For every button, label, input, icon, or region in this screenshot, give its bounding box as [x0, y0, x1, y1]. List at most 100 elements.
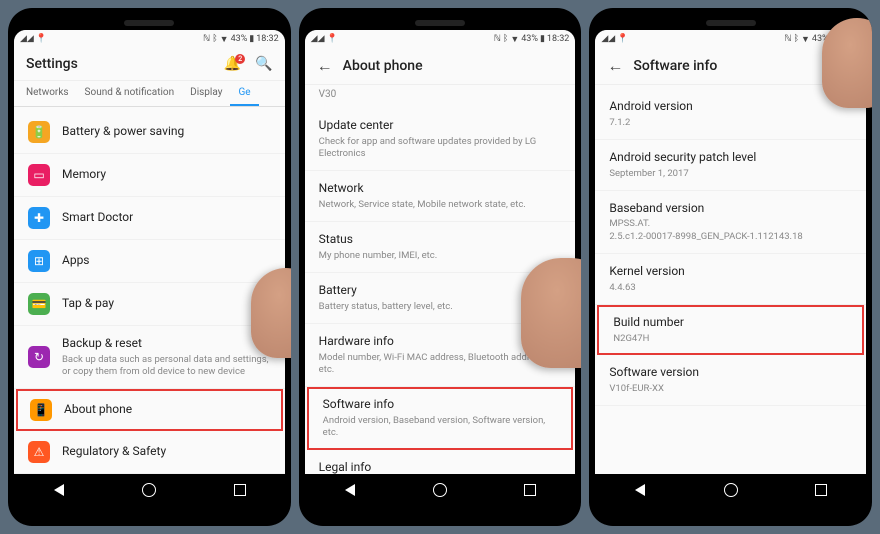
about-header: ← About phone — [305, 48, 576, 85]
list-item[interactable]: ▭ Memory — [14, 154, 285, 197]
list-item[interactable]: Android version 7.1.2 — [595, 89, 866, 140]
tab-general[interactable]: Ge — [230, 81, 258, 106]
battery-icon: ▮ — [540, 34, 545, 44]
list-item[interactable]: Baseband version MPSS.AT. 2.5.c1.2-00017… — [595, 191, 866, 254]
item-sub: September 1, 2017 — [609, 168, 852, 180]
list-item[interactable]: Status My phone number, IMEI, etc. — [305, 222, 576, 273]
gps-icon: 📍 — [36, 34, 47, 44]
signal-icon: ◢◢ — [311, 34, 325, 44]
item-sub: Network, Service state, Mobile network s… — [319, 199, 562, 211]
tab-networks[interactable]: Networks — [18, 81, 77, 106]
item-icon: ↻ — [28, 346, 50, 368]
item-sub: 4.4.63 — [609, 282, 852, 294]
nav-recent[interactable] — [807, 480, 835, 500]
status-bar: ◢◢ 📍 ℕ ᛒ ▼ 43% ▮ 18:32 — [14, 30, 285, 48]
nfc-icon: ℕ — [494, 34, 501, 44]
phone-frame-3: ◢◢ 📍 ℕ ᛒ ▼ 43% ▮ 18:32 ← Software info A… — [589, 8, 872, 526]
battery-icon: ▮ — [249, 34, 254, 44]
tab-sound[interactable]: Sound & notification — [77, 81, 183, 106]
item-sub: Check for app and software updates provi… — [319, 136, 562, 161]
back-arrow-icon[interactable]: ← — [607, 56, 623, 76]
list-item[interactable]: Legal info Legal Documents for LG Softwa… — [305, 450, 576, 474]
item-sub: Model number, Wi-Fi MAC address, Bluetoo… — [319, 352, 562, 377]
list-item[interactable]: Build number N2G47H — [597, 305, 864, 355]
screen-3: ◢◢ 📍 ℕ ᛒ ▼ 43% ▮ 18:32 ← Software info A… — [595, 30, 866, 474]
finger — [822, 18, 872, 108]
item-title: About phone — [64, 402, 269, 418]
item-sub: My phone number, IMEI, etc. — [319, 250, 562, 262]
settings-list[interactable]: 🔋 Battery & power saving ▭ Memory ✚ Smar… — [14, 107, 285, 474]
item-sub: N2G47H — [613, 333, 850, 345]
wifi-icon: ▼ — [510, 34, 519, 45]
nav-bar — [595, 474, 866, 506]
item-sub: MPSS.AT. 2.5.c1.2-00017-8998_GEN_PACK-1.… — [609, 218, 852, 243]
nav-bar — [14, 474, 285, 506]
nav-home[interactable] — [426, 480, 454, 500]
item-title: Android version — [609, 99, 852, 115]
item-title: Backup & reset — [62, 336, 271, 352]
item-icon: 🔋 — [28, 121, 50, 143]
signal-icon: ◢◢ — [601, 34, 615, 44]
list-item[interactable]: ⚠ Regulatory & Safety — [14, 431, 285, 474]
screen-2: ◢◢ 📍 ℕ ᛒ ▼ 43% ▮ 18:32 ← About phone V30… — [305, 30, 576, 474]
item-icon: ▭ — [28, 164, 50, 186]
item-sub: Android version, Baseband version, Softw… — [323, 415, 560, 440]
item-icon: ⚠ — [28, 441, 50, 463]
list-item[interactable]: 📱 About phone — [16, 389, 283, 431]
item-title: Network — [319, 181, 562, 197]
nav-back[interactable] — [45, 480, 73, 500]
bluetooth-icon: ᛒ — [212, 34, 217, 44]
list-item[interactable]: ✚ Smart Doctor — [14, 197, 285, 240]
nav-back[interactable] — [626, 480, 654, 500]
finger — [521, 258, 581, 368]
phone-frame-1: ◢◢ 📍 ℕ ᛒ ▼ 43% ▮ 18:32 Settings 🔔2 🔍 Net… — [8, 8, 291, 526]
item-title: Apps — [62, 253, 271, 269]
software-list[interactable]: Android version 7.1.2 Android security p… — [595, 85, 866, 474]
item-title: Battery & power saving — [62, 124, 271, 140]
nav-recent[interactable] — [226, 480, 254, 500]
item-title: Legal info — [319, 460, 562, 474]
list-item[interactable]: Network Network, Service state, Mobile n… — [305, 171, 576, 222]
list-item[interactable]: 🔋 Battery & power saving — [14, 111, 285, 154]
list-item[interactable]: Software info Android version, Baseband … — [307, 387, 574, 449]
nfc-icon: ℕ — [784, 34, 791, 44]
page-title: Settings — [26, 56, 78, 72]
settings-tabs: Networks Sound & notification Display Ge — [14, 81, 285, 107]
item-icon: ⊞ — [28, 250, 50, 272]
status-bar: ◢◢ 📍 ℕ ᛒ ▼ 43% ▮ 18:32 — [305, 30, 576, 48]
bluetooth-icon: ᛒ — [794, 34, 799, 44]
item-title: Build number — [613, 315, 850, 331]
list-item[interactable]: Update center Check for app and software… — [305, 108, 576, 171]
notch — [124, 20, 174, 26]
finger — [251, 268, 291, 358]
list-item[interactable]: Kernel version 4.4.63 — [595, 254, 866, 305]
notch — [415, 20, 465, 26]
nav-home[interactable] — [717, 480, 745, 500]
gps-icon: 📍 — [327, 34, 338, 44]
notification-icon[interactable]: 🔔2 — [224, 56, 241, 72]
list-item[interactable]: ↻ Backup & reset Back up data such as pe… — [14, 326, 285, 389]
battery-text: 43% — [521, 34, 538, 44]
tab-display[interactable]: Display — [182, 81, 230, 106]
item-icon: 💳 — [28, 293, 50, 315]
item-title: Software info — [323, 397, 560, 413]
list-item[interactable]: 💳 Tap & pay — [14, 283, 285, 326]
search-icon[interactable]: 🔍 — [255, 56, 272, 72]
back-arrow-icon[interactable]: ← — [317, 56, 333, 76]
nav-home[interactable] — [135, 480, 163, 500]
nav-recent[interactable] — [516, 480, 544, 500]
item-sub: 7.1.2 — [609, 117, 852, 129]
item-title: Smart Doctor — [62, 210, 271, 226]
signal-icon: ◢◢ — [20, 34, 34, 44]
item-title: Update center — [319, 118, 562, 134]
list-item[interactable]: Android security patch level September 1… — [595, 140, 866, 191]
list-item[interactable]: Software version V10f-EUR-XX — [595, 355, 866, 406]
list-item[interactable]: ⊞ Apps — [14, 240, 285, 283]
bluetooth-icon: ᛒ — [503, 34, 508, 44]
model-label: V30 — [305, 85, 576, 104]
nfc-icon: ℕ — [203, 34, 210, 44]
notch — [706, 20, 756, 26]
nav-back[interactable] — [336, 480, 364, 500]
item-title: Memory — [62, 167, 271, 183]
item-title: Software version — [609, 365, 852, 381]
